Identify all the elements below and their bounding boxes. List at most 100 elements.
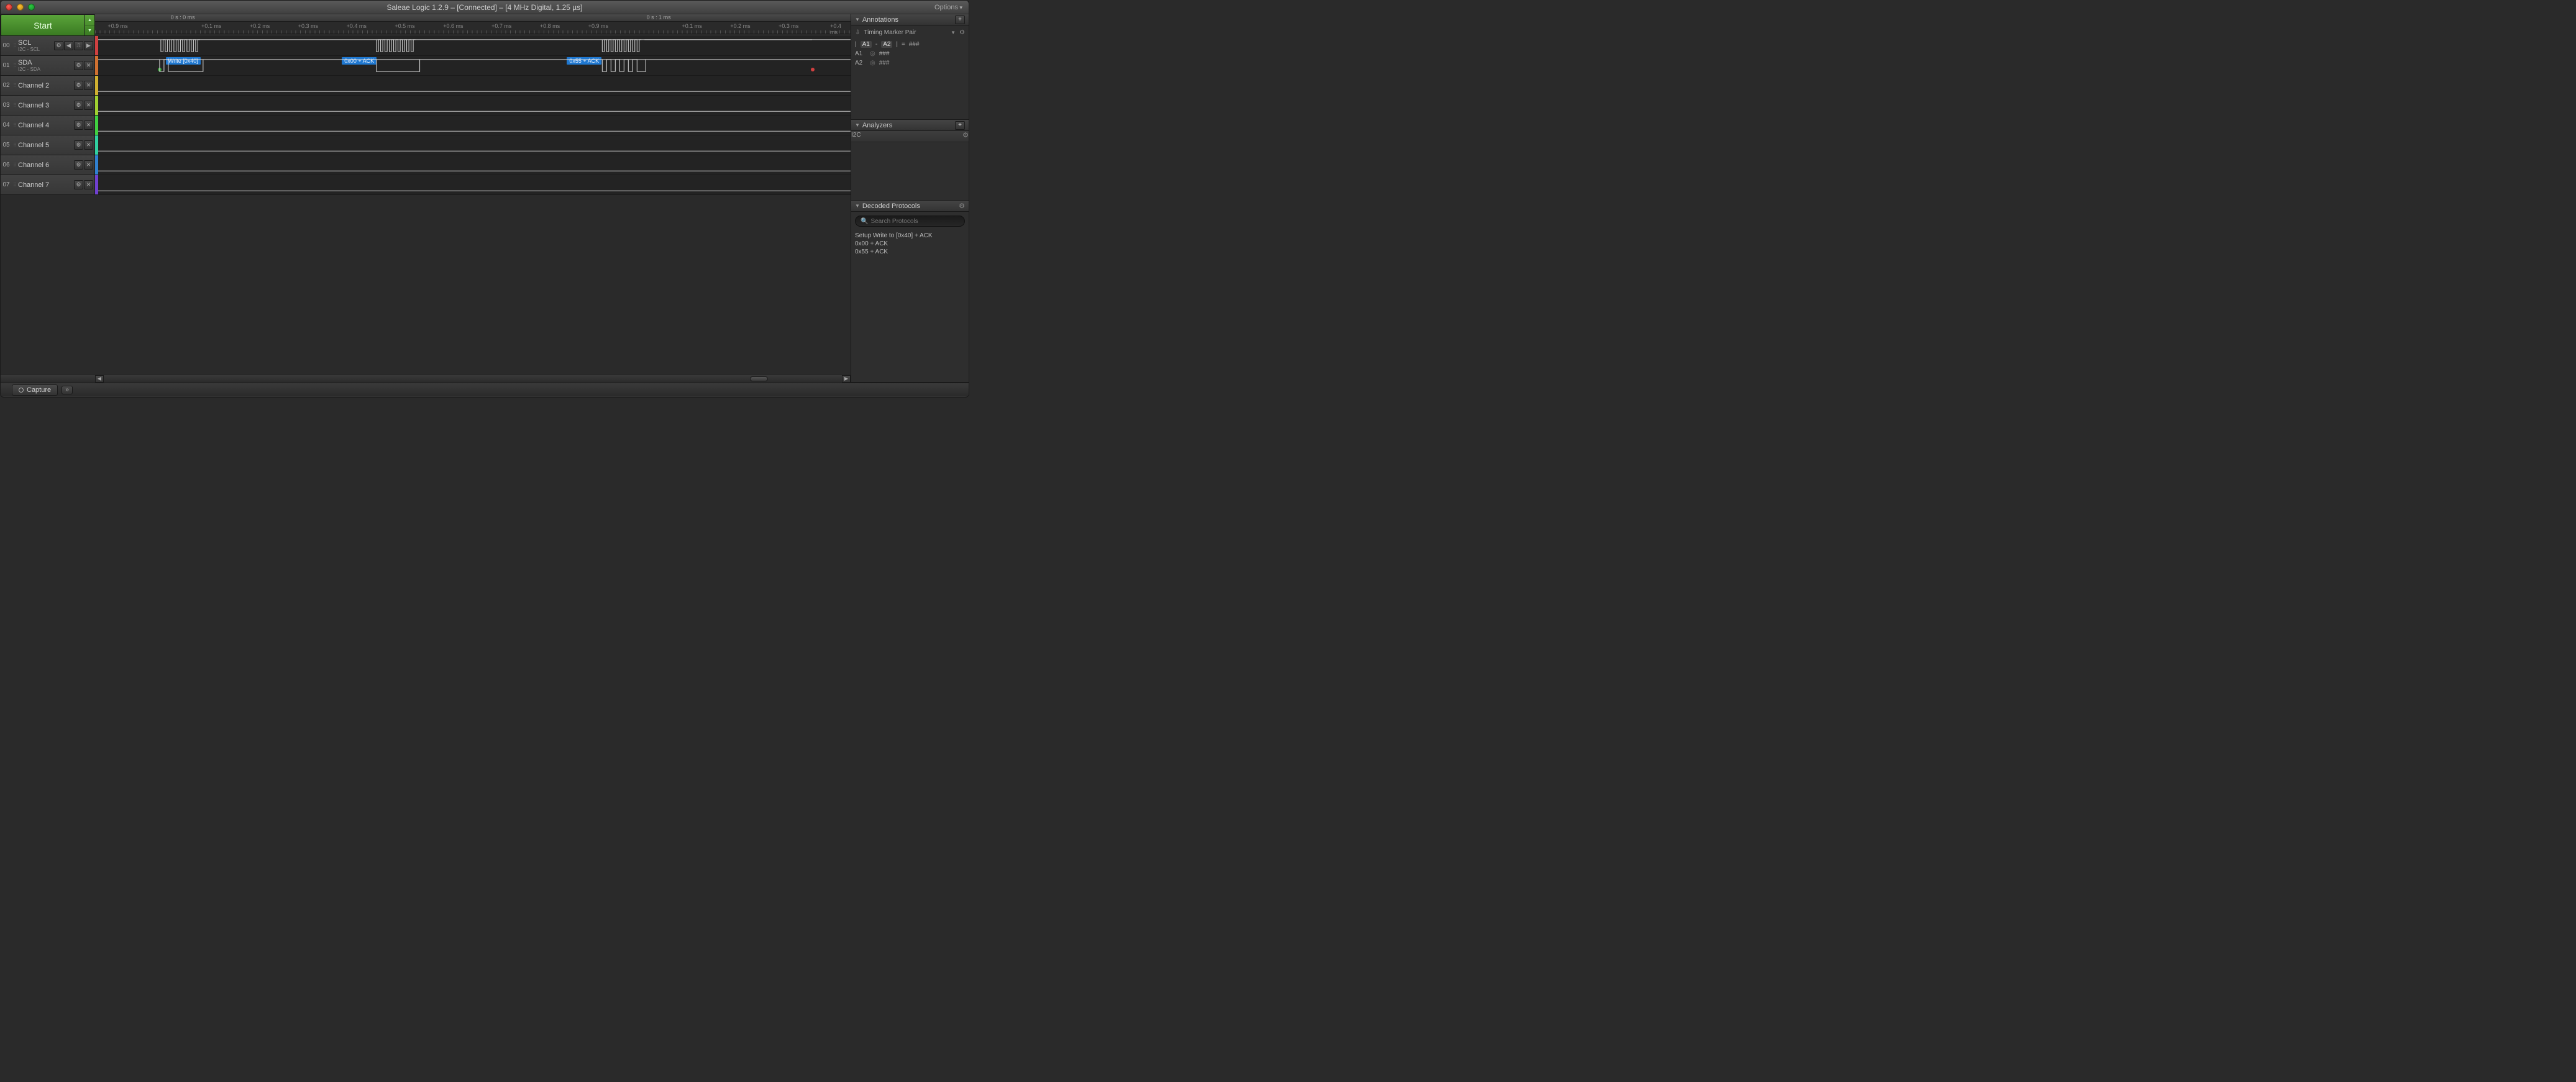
channel-close-icon[interactable]: ✕	[84, 180, 93, 189]
marker-entry[interactable]: A1◎###	[855, 49, 965, 58]
decoded-line[interactable]: 0x55 + ACK	[855, 248, 965, 256]
waveform-lane[interactable]	[98, 96, 851, 115]
channel-header: 01 ⠿ SDA I2C - SDA ⚙ ✕	[1, 56, 95, 75]
collapse-icon[interactable]: ▼	[855, 203, 860, 209]
channel-close-icon[interactable]: ✕	[84, 160, 93, 170]
collapse-icon[interactable]: ▼	[855, 17, 860, 22]
drag-grip-icon[interactable]: ⠿	[12, 43, 18, 48]
analyzer-gear-icon[interactable]: ⚙	[962, 131, 969, 139]
collapse-icon[interactable]: ▼	[855, 122, 860, 128]
tab-capture[interactable]: Capture	[12, 384, 58, 396]
channel-close-icon[interactable]: ✕	[84, 140, 93, 150]
add-analyzer-button[interactable]: +	[955, 121, 965, 130]
channel-name[interactable]: SDA	[18, 59, 74, 66]
drag-grip-icon[interactable]: ⠿	[12, 63, 18, 68]
waveform-lane[interactable]	[98, 175, 851, 194]
channel-name[interactable]: Channel 4	[18, 122, 74, 129]
protocol-search-input[interactable]	[870, 218, 959, 225]
zoom-icon[interactable]	[28, 4, 35, 11]
waveform-lane[interactable]	[98, 36, 851, 55]
annotations-panel: ▼ Annotations + ⇩ Timing Marker Pair ▼ ⚙…	[851, 14, 969, 120]
timeline[interactable]: 0 s : 0 ms0 s : 1 ms +0.9 ms+0.1 ms+0.2 …	[95, 14, 851, 36]
decoded-line[interactable]: 0x00 + ACK	[855, 240, 965, 248]
channel-name[interactable]: Channel 3	[18, 102, 74, 109]
start-dropdown: ▲ ▼	[85, 14, 95, 36]
protocol-search[interactable]: 🔍	[855, 216, 965, 227]
channel-close-icon[interactable]: ✕	[84, 81, 93, 90]
decoded-gear-icon[interactable]: ⚙	[959, 202, 965, 210]
channel-gear-icon[interactable]: ⚙	[74, 61, 83, 70]
drag-grip-icon[interactable]: ⠿	[12, 142, 18, 148]
scroll-track[interactable]	[104, 376, 842, 382]
channel-index: 05	[1, 142, 12, 148]
time-tick: +0.9 ms	[588, 23, 608, 29]
drag-grip-icon[interactable]: ⠿	[12, 83, 18, 88]
channel-gear-icon[interactable]: ⚙	[74, 180, 83, 189]
time-tick: +0.5 ms	[395, 23, 414, 29]
channel-gear-icon[interactable]: ⚙	[54, 41, 63, 50]
channel-name[interactable]: Channel 7	[18, 181, 74, 189]
trigger-mode-icon[interactable]: ⎍	[74, 41, 83, 50]
scroll-right-button[interactable]: ▶	[842, 375, 851, 383]
start-down-arrow-icon[interactable]: ▼	[85, 25, 94, 35]
titlebar: Saleae Logic 1.2.9 – [Connected] – [4 MH…	[1, 1, 969, 14]
close-icon[interactable]	[6, 4, 12, 11]
channel-subtitle: I2C - SCL	[18, 47, 54, 52]
channel-gear-icon[interactable]: ⚙	[74, 101, 83, 110]
drag-grip-icon[interactable]: ⠿	[12, 122, 18, 128]
channel-close-icon[interactable]: ✕	[84, 61, 93, 70]
trigger-left-icon[interactable]: ◀	[64, 41, 73, 50]
analyzers-panel: ▼ Analyzers + I2C⚙	[851, 120, 969, 201]
decoded-line[interactable]: Setup Write to [0x40] + ACK	[855, 232, 965, 240]
waveform-lane[interactable]	[98, 135, 851, 155]
start-up-arrow-icon[interactable]: ▲	[85, 15, 94, 25]
channel-gear-icon[interactable]: ⚙	[74, 81, 83, 90]
add-tab-button[interactable]: »	[62, 386, 73, 394]
channel-gear-icon[interactable]: ⚙	[74, 140, 83, 150]
marker-gear-icon[interactable]: ⚙	[959, 29, 965, 36]
channel-name[interactable]: Channel 5	[18, 142, 74, 149]
options-menu[interactable]: Options	[934, 4, 962, 11]
time-tick: +0.3 ms	[779, 23, 798, 29]
start-button[interactable]: Start	[1, 14, 85, 36]
waveform-lane[interactable]: Write [0x40]0x00 + ACK0x55 + ACK	[98, 56, 851, 75]
channel-row: 05 ⠿ Channel 5 ⚙ ✕	[1, 135, 851, 155]
waveform-lane[interactable]	[98, 155, 851, 175]
trigger-right-icon[interactable]: ▶	[84, 41, 93, 50]
channel-name[interactable]: Channel 6	[18, 161, 74, 169]
drag-grip-icon[interactable]: ⠿	[12, 182, 18, 188]
analyzer-item[interactable]: I2C⚙	[851, 131, 969, 142]
channel-close-icon[interactable]: ✕	[84, 101, 93, 110]
drag-grip-icon[interactable]: ⠿	[12, 102, 18, 108]
channel-index: 01	[1, 62, 12, 69]
channel-index: 03	[1, 102, 12, 109]
time-tick: +0.8 ms	[540, 23, 560, 29]
marker-collapse-icon[interactable]: ▼	[951, 30, 956, 35]
window-title: Saleae Logic 1.2.9 – [Connected] – [4 MH…	[1, 3, 969, 12]
time-tick: +0.6 ms	[443, 23, 463, 29]
channel-header: 02 ⠿ Channel 2 ⚙ ✕	[1, 76, 95, 95]
scroll-left-button[interactable]: ◀	[95, 375, 104, 383]
time-tick: +0.1 ms	[201, 23, 221, 29]
channel-index: 07	[1, 181, 12, 188]
waveform-lane[interactable]	[98, 76, 851, 95]
drag-grip-icon[interactable]: ⠿	[12, 162, 18, 168]
channel-name[interactable]: Channel 2	[18, 82, 74, 89]
start-block: Start ▲ ▼	[1, 14, 95, 36]
tab-bar: Capture »	[1, 383, 969, 396]
channel-row: 01 ⠿ SDA I2C - SDA ⚙ ✕ Write [0x40]0x00 …	[1, 56, 851, 76]
waveform-lane[interactable]	[98, 116, 851, 135]
channel-row: 04 ⠿ Channel 4 ⚙ ✕	[1, 116, 851, 135]
channel-name[interactable]: SCL	[18, 39, 54, 47]
channel-close-icon[interactable]: ✕	[84, 120, 93, 130]
marker-formula: | A1 - A2 |= ###	[855, 40, 965, 49]
minimize-icon[interactable]	[17, 4, 24, 11]
record-icon	[19, 388, 24, 393]
channel-gear-icon[interactable]: ⚙	[74, 160, 83, 170]
scroll-thumb[interactable]	[750, 376, 769, 381]
marker-entry[interactable]: A2◎###	[855, 58, 965, 68]
add-annotation-button[interactable]: +	[955, 16, 965, 24]
channel-gear-icon[interactable]: ⚙	[74, 120, 83, 130]
decoded-title: Decoded Protocols	[862, 202, 920, 210]
channel-header: 00 ⠿ SCL I2C - SCL ⚙ ◀ ⎍ ▶	[1, 36, 95, 55]
